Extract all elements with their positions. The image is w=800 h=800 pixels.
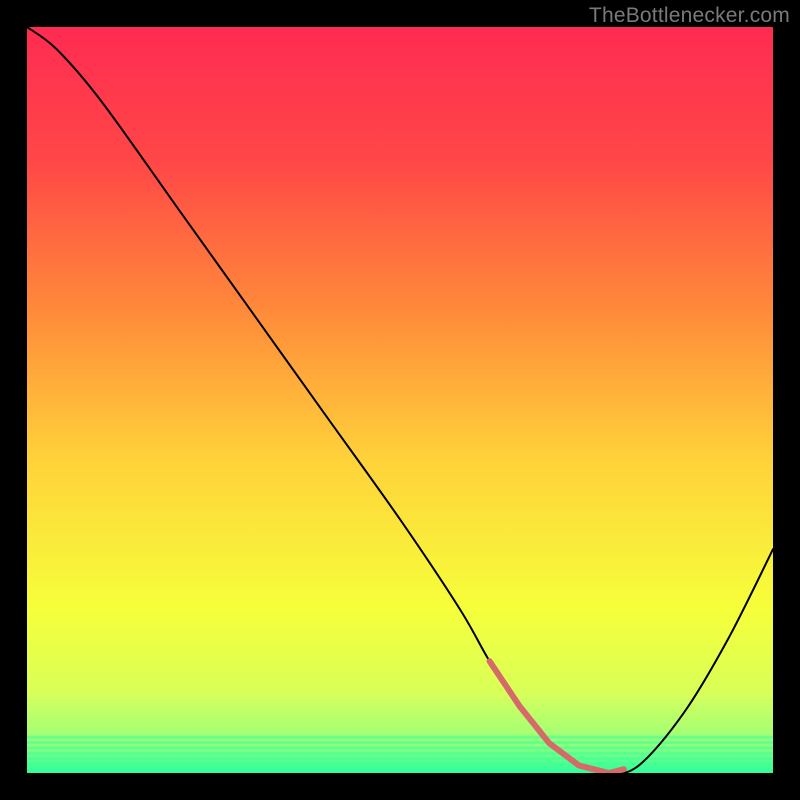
chart-frame xyxy=(27,27,773,773)
watermark-text: TheBottlenecker.com xyxy=(589,4,790,28)
bottleneck-chart xyxy=(27,27,773,773)
chart-background xyxy=(27,27,773,773)
